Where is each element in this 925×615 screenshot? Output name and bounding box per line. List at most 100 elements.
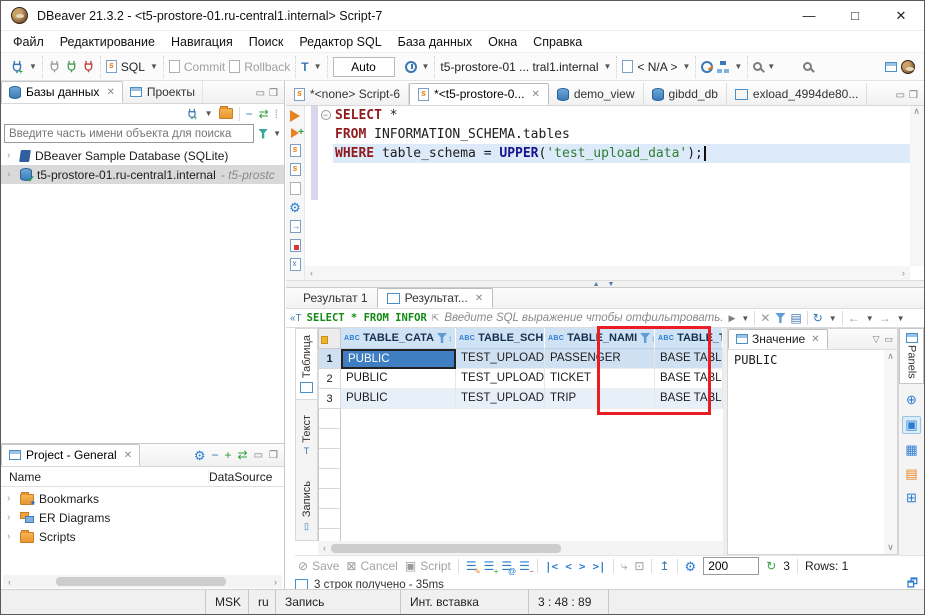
search-dropdown-icon[interactable] <box>753 62 762 71</box>
cell[interactable]: BASE TABLE <box>655 369 723 389</box>
maximize-button[interactable]: □ <box>832 1 878 31</box>
sql-editor[interactable]: ⚙ − SELECT * FROM INFORMATION_SCHEMA.tab… <box>286 106 924 280</box>
cell[interactable]: PUBLIC <box>341 369 456 389</box>
view-menu-icon[interactable]: ⁞ <box>275 107 278 121</box>
value-vscrollbar[interactable]: ∧ ∨ <box>884 350 897 554</box>
scroll-right-icon[interactable]: › <box>897 268 910 278</box>
connect-icon[interactable] <box>48 60 61 73</box>
project-collapse-icon[interactable]: − <box>211 448 218 462</box>
sql-editor-icon[interactable] <box>106 60 117 73</box>
cancel-button[interactable]: ⊠ Cancel <box>346 559 397 573</box>
row-number-1[interactable]: 1 <box>318 349 341 369</box>
scroll-left-icon[interactable]: ‹ <box>3 577 16 587</box>
panel-new-dropdown-icon[interactable]: ▼ <box>205 109 213 118</box>
dbeaver-perspective-icon[interactable] <box>901 60 915 74</box>
schema-dropdown-icon[interactable]: ▼ <box>682 62 690 71</box>
sql-code[interactable]: SELECT * FROM INFORMATION_SCHEMA.tables … <box>333 106 910 163</box>
connection-dropdown-icon[interactable]: ▼ <box>604 62 612 71</box>
fetch-all-icon[interactable]: ⊡ <box>634 559 644 573</box>
execute-statement-icon[interactable] <box>290 110 300 122</box>
next-row-icon[interactable]: > <box>579 560 586 573</box>
tab-gibdd-db[interactable]: gibdd_db <box>644 83 727 105</box>
cell[interactable]: TEST_UPLOAD_DAT <box>456 389 545 409</box>
table-row[interactable]: PUBLIC TEST_UPLOAD_DAT PASSENGER BASE TA… <box>341 349 723 369</box>
expander-icon[interactable]: › <box>7 150 15 161</box>
menu-database[interactable]: База данных <box>390 31 480 53</box>
cell[interactable]: TICKET <box>545 369 655 389</box>
sql-editor-dropdown-icon[interactable]: ▼ <box>150 62 158 71</box>
editor-settings-icon[interactable]: ⚙ <box>289 201 301 214</box>
close-button[interactable]: ✕ <box>878 1 924 31</box>
caret-position-indicator[interactable]: 3 : 48 : 89 <box>529 590 609 614</box>
expander-icon[interactable]: › <box>7 531 15 542</box>
scroll-left-icon[interactable]: ‹ <box>318 543 331 553</box>
table-row[interactable]: PUBLIC TEST_UPLOAD_DAT TRIP BASE TABLE <box>341 389 723 409</box>
scroll-up-icon[interactable]: ∧ <box>910 106 923 117</box>
grid-view-icon[interactable]: ▦ <box>905 442 917 458</box>
transaction-mode-dropdown-icon[interactable]: ▼ <box>314 62 322 71</box>
project-minimize-icon[interactable]: ▭ <box>254 450 263 461</box>
expander-icon[interactable]: › <box>7 493 15 504</box>
table-row[interactable]: PUBLIC TEST_UPLOAD_DAT TICKET BASE TABLE <box>341 369 723 389</box>
save-button[interactable]: ⊘ Save <box>298 559 339 573</box>
fold-collapse-icon[interactable]: − <box>321 110 331 120</box>
export-from-query-icon[interactable] <box>290 220 301 233</box>
timezone-indicator[interactable]: MSK <box>205 590 249 614</box>
tab-script-7-active[interactable]: *<t5-prostore-0... ✕ <box>409 83 549 105</box>
transaction-mode-icon[interactable]: T <box>301 60 308 74</box>
show-variables-icon[interactable] <box>290 258 301 271</box>
db-panel-maximize-icon[interactable]: ❒ <box>269 88 278 99</box>
tab-result-2-active[interactable]: Результат... ✕ <box>377 288 494 308</box>
nav-forward-icon[interactable]: → <box>879 311 891 325</box>
add-row-icon[interactable]: ☰+ <box>484 559 495 573</box>
rollback-button[interactable]: Rollback <box>244 60 290 74</box>
menu-navigate[interactable]: Навигация <box>163 31 241 53</box>
new-folder-icon[interactable] <box>219 108 233 119</box>
editor-minimize-icon[interactable]: ▭ <box>896 90 905 101</box>
schema-selector[interactable]: < N/A > <box>637 60 677 74</box>
link-editor-icon[interactable]: ⇄ <box>259 107 269 121</box>
cell[interactable]: TRIP <box>545 389 655 409</box>
refresh-result-icon[interactable]: ↻ <box>813 311 823 325</box>
column-name[interactable]: Name <box>1 470 209 484</box>
duplicate-row-icon[interactable]: ☰@ <box>501 559 512 573</box>
tree-item-er-diagrams[interactable]: › ER Diagrams <box>1 508 284 527</box>
execute-script-icon[interactable] <box>290 144 301 157</box>
tab-script-6[interactable]: *<none> Script-6 <box>286 83 409 105</box>
first-row-icon[interactable]: |< <box>545 560 558 573</box>
menu-file[interactable]: Файл <box>5 31 52 53</box>
script-button[interactable]: ▣ Script <box>405 559 451 573</box>
project-expand-icon[interactable]: + <box>225 448 232 462</box>
nav-back-icon[interactable]: ← <box>848 311 860 325</box>
tab-value[interactable]: Значение ✕ <box>728 329 828 349</box>
value-view-icon[interactable]: ▣ <box>902 416 920 434</box>
perspective-icon[interactable] <box>885 62 897 72</box>
language-indicator[interactable]: ru <box>249 590 276 614</box>
project-link-icon[interactable]: ⇄ <box>238 448 248 462</box>
minimize-button[interactable]: — <box>786 1 832 31</box>
filter-history-dropdown-icon[interactable]: ▼ <box>741 314 749 323</box>
performance-icon[interactable] <box>701 61 713 73</box>
column-sort-icon[interactable]: ↕ <box>448 334 452 343</box>
prev-row-icon[interactable]: < <box>565 560 572 573</box>
network-profile-icon[interactable] <box>717 61 729 73</box>
search-icon[interactable] <box>803 62 812 71</box>
commit-mode-combo[interactable] <box>333 57 395 77</box>
filter-dropdown-icon[interactable]: ▼ <box>273 129 281 138</box>
menu-edit[interactable]: Редактирование <box>52 31 163 53</box>
presentation-tab-text[interactable]: Текст T <box>296 400 317 471</box>
refresh-dropdown-icon[interactable]: ▼ <box>829 314 837 323</box>
new-connection-icon[interactable]: + <box>10 60 24 74</box>
edit-mode-indicator[interactable]: Запись <box>276 590 401 614</box>
panel-new-connection-icon[interactable]: + <box>186 108 198 120</box>
tree-item-bookmarks[interactable]: › Bookmarks <box>1 489 284 508</box>
tab-project-close-icon[interactable]: ✕ <box>124 450 132 461</box>
project-hscrollbar[interactable]: ‹ › <box>3 575 282 588</box>
nav-back-dropdown-icon[interactable]: ▼ <box>866 314 874 323</box>
grid-settings-icon[interactable]: ⚙ <box>685 560 697 573</box>
new-connection-dropdown-icon[interactable]: ▼ <box>29 62 37 71</box>
menu-sql-editor[interactable]: Редактор SQL <box>291 31 389 53</box>
commit-button[interactable]: Commit <box>184 60 225 74</box>
cell[interactable]: BASE TABLE <box>655 349 723 369</box>
scroll-right-icon[interactable]: › <box>269 577 282 587</box>
